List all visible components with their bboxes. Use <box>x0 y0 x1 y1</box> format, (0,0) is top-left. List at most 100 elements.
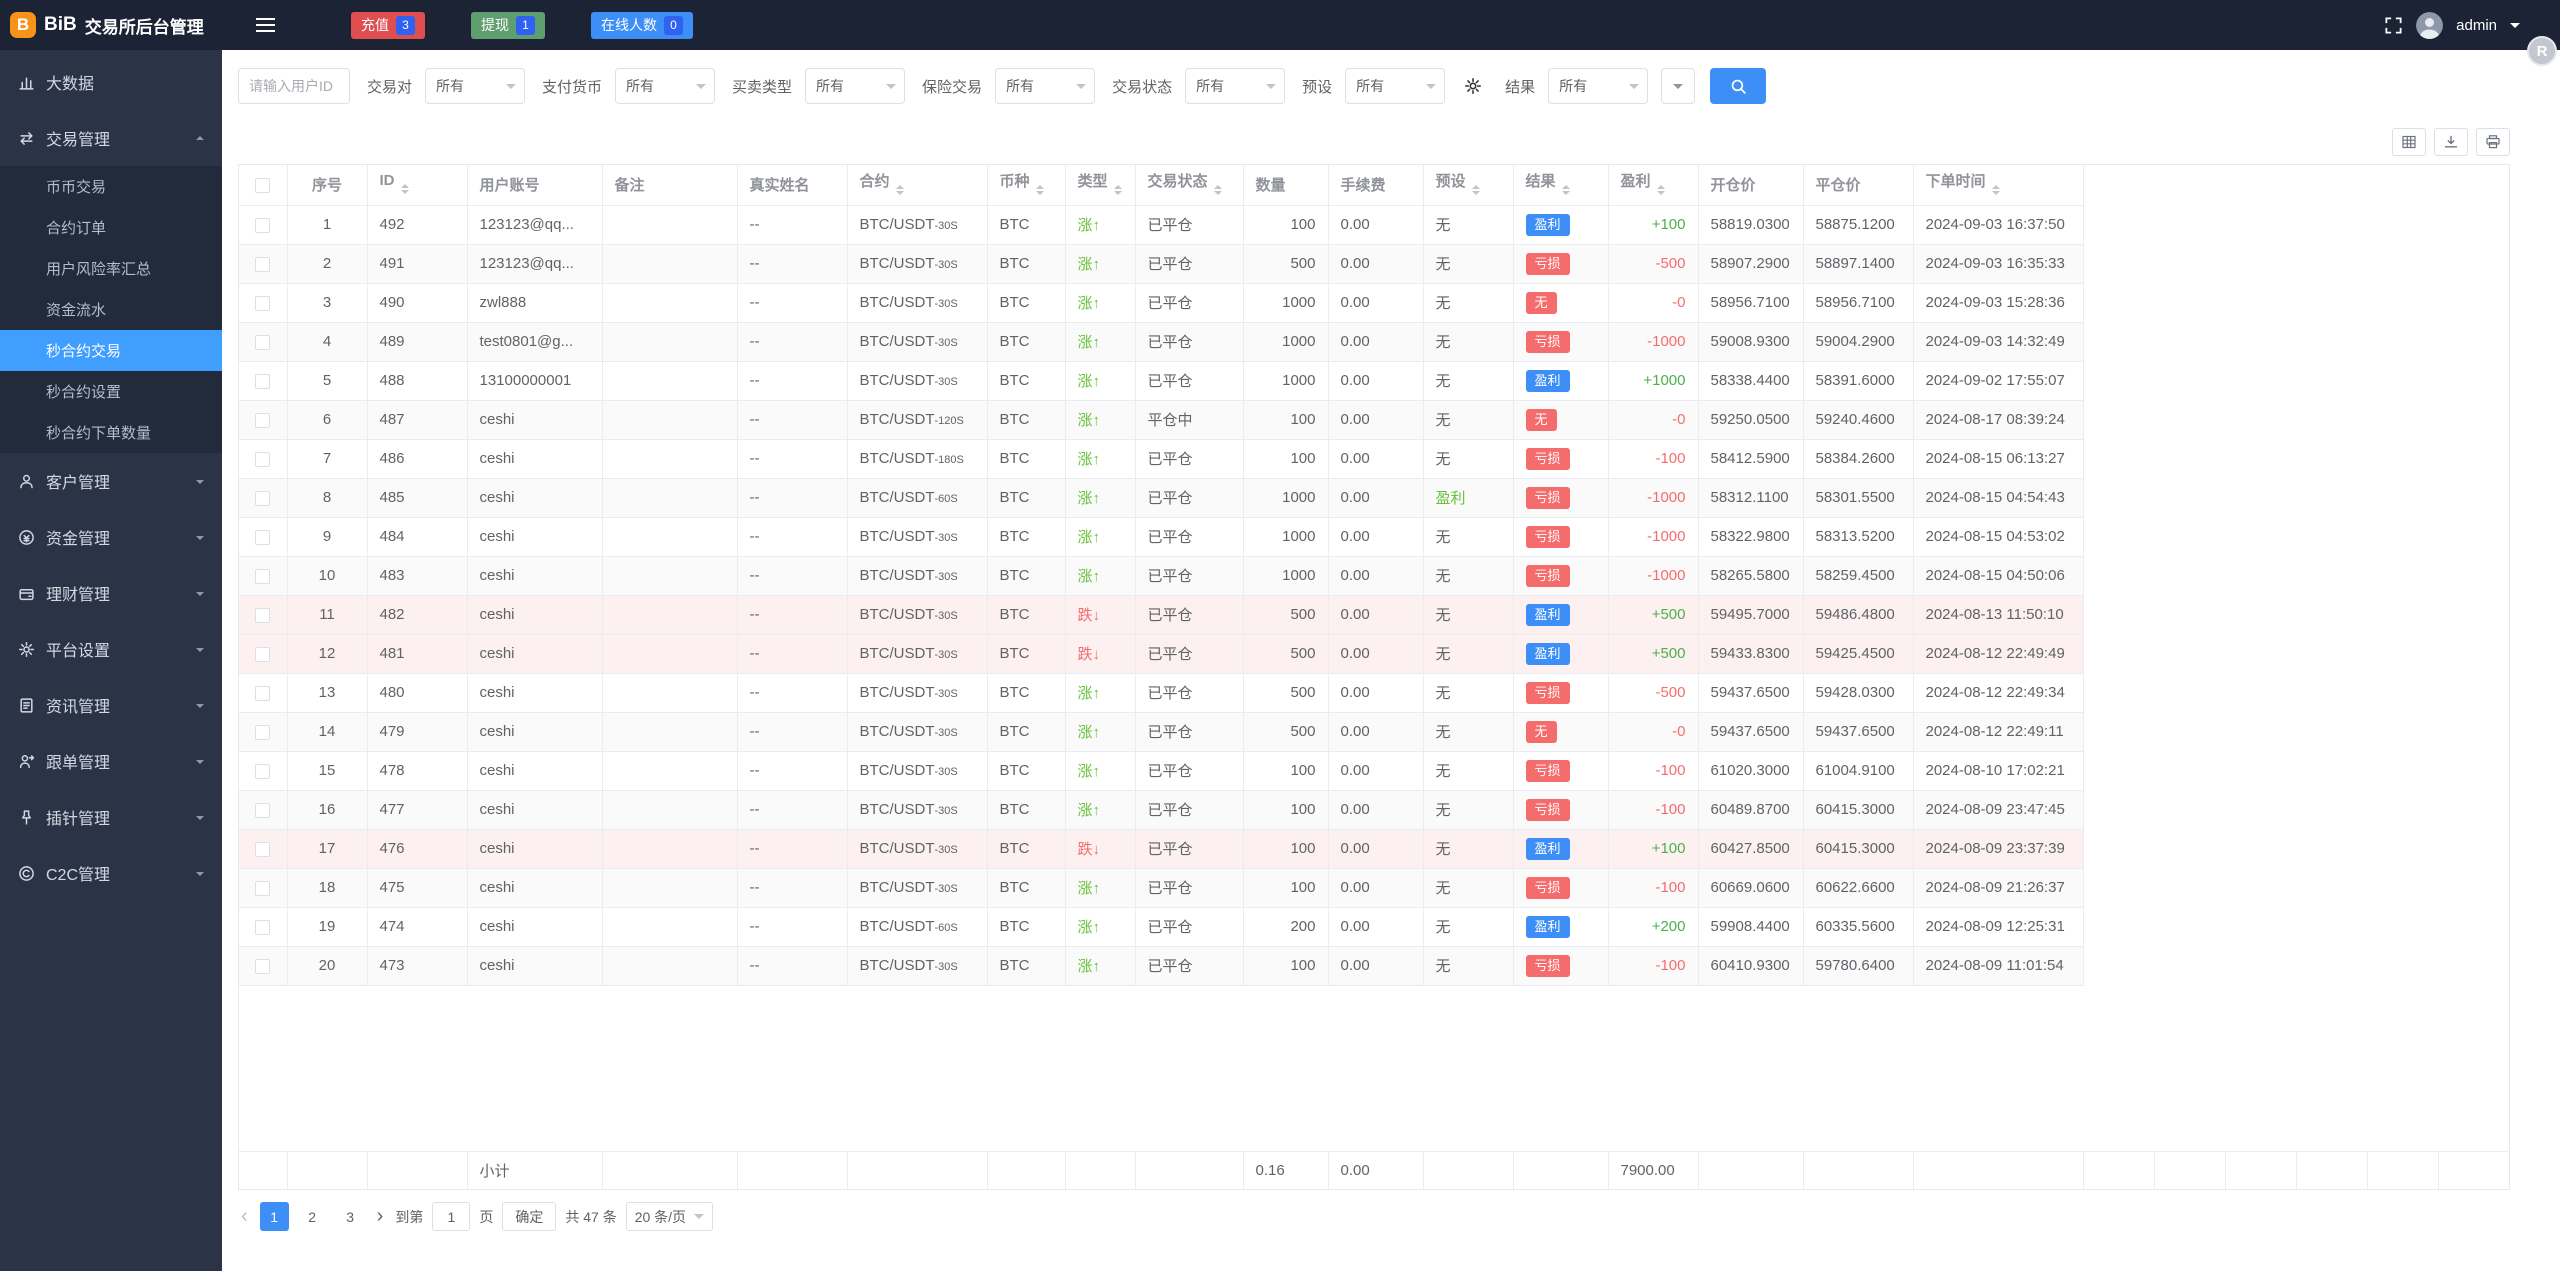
table-row[interactable]: 13 480 ceshi -- BTC/USDT-30S BTC 涨↑ 已平仓 500 0.00 无… <box>239 673 2084 713</box>
expand-filters-button[interactable] <box>1661 68 1696 104</box>
row-checkbox[interactable] <box>255 529 271 545</box>
recharge-button[interactable]: 充值 3 <box>351 11 425 39</box>
sort-icon[interactable] <box>895 181 904 199</box>
filter-select-result[interactable]: 所有 <box>1548 68 1649 104</box>
download-icon[interactable] <box>2434 128 2468 156</box>
floating-widget-r[interactable]: R <box>2527 36 2557 66</box>
table-row[interactable]: 18 475 ceshi -- BTC/USDT-30S BTC 涨↑ 已平仓 100 0.00 无… <box>239 868 2084 908</box>
table-row[interactable]: 12 481 ceshi -- BTC/USDT-30S BTC 跌↓ 已平仓 500 0.00 无… <box>239 634 2084 674</box>
filter-select-交易状态[interactable]: 所有 <box>1185 68 1286 104</box>
checkbox-icon[interactable] <box>255 177 271 193</box>
sidebar-subitem-秒合约设置[interactable]: 秒合约设置 <box>0 371 222 412</box>
column-header-预设[interactable]: 预设 <box>1423 165 1514 206</box>
table-row[interactable]: 7 486 ceshi -- BTC/USDT-180S BTC 涨↑ 已平仓 100 0.00 无… <box>239 439 2084 479</box>
row-checkbox[interactable] <box>255 607 271 623</box>
page-jump-input[interactable] <box>432 1202 471 1231</box>
filter-select-买卖类型[interactable]: 所有 <box>805 68 906 104</box>
sidebar-item-客户管理[interactable]: 客户管理 <box>0 453 222 509</box>
confirm-button[interactable]: 确定 <box>502 1202 557 1231</box>
sidebar-item-交易管理[interactable]: 交易管理 <box>0 110 222 166</box>
row-checkbox[interactable] <box>255 724 271 740</box>
filter-select-支付货币[interactable]: 所有 <box>615 68 716 104</box>
page-button-2[interactable]: 2 <box>298 1202 327 1231</box>
filter-select-预设[interactable]: 所有 <box>1345 68 1446 104</box>
sidebar-subitem-秒合约交易[interactable]: 秒合约交易 <box>0 330 222 371</box>
row-checkbox[interactable] <box>255 685 271 701</box>
row-checkbox[interactable] <box>255 217 271 233</box>
row-checkbox[interactable] <box>255 490 271 506</box>
column-header-合约[interactable]: 合约 <box>847 165 988 206</box>
next-page-button[interactable]: › <box>374 1205 387 1228</box>
table-row[interactable]: 17 476 ceshi -- BTC/USDT-30S BTC 跌↓ 已平仓 100 0.00 无… <box>239 829 2084 869</box>
search-button[interactable] <box>1710 68 1767 104</box>
select-all-checkbox[interactable] <box>239 165 288 206</box>
sort-icon[interactable] <box>1035 181 1044 199</box>
row-checkbox[interactable] <box>255 412 271 428</box>
sort-icon[interactable] <box>1991 181 2000 199</box>
row-checkbox[interactable] <box>255 802 271 818</box>
table-row[interactable]: 2 491 123123@qq... -- BTC/USDT-30S BTC 涨↑ 已平仓 50… <box>239 244 2084 284</box>
row-checkbox[interactable] <box>255 958 271 974</box>
table-row[interactable]: 19 474 ceshi -- BTC/USDT-60S BTC 涨↑ 已平仓 200 0.00 无… <box>239 907 2084 947</box>
prev-page-button[interactable]: ‹ <box>238 1205 251 1228</box>
sort-icon[interactable] <box>1471 181 1480 199</box>
row-checkbox[interactable] <box>255 334 271 350</box>
sidebar-item-平台设置[interactable]: 平台设置 <box>0 621 222 677</box>
table-row[interactable]: 20 473 ceshi -- BTC/USDT-30S BTC 涨↑ 已平仓 100 0.00 无… <box>239 946 2084 986</box>
sort-icon[interactable] <box>1561 181 1570 199</box>
sidebar-item-资讯管理[interactable]: 资讯管理 <box>0 677 222 733</box>
page-button-1[interactable]: 1 <box>259 1202 289 1231</box>
column-header-盈利[interactable]: 盈利 <box>1608 165 1699 206</box>
column-header-类型[interactable]: 类型 <box>1065 165 1136 206</box>
table-row[interactable]: 9 484 ceshi -- BTC/USDT-30S BTC 涨↑ 已平仓 1000 0.00 无… <box>239 517 2084 557</box>
filter-select-交易对[interactable]: 所有 <box>425 68 526 104</box>
avatar[interactable] <box>2416 11 2444 39</box>
user-id-input[interactable] <box>238 68 350 104</box>
gear-icon[interactable] <box>1458 68 1488 104</box>
sidebar-subitem-秒合约下单数量[interactable]: 秒合约下单数量 <box>0 412 222 453</box>
row-checkbox[interactable] <box>255 295 271 311</box>
per-page-select[interactable]: 20 条/页 <box>625 1202 714 1231</box>
row-checkbox[interactable] <box>255 919 271 935</box>
sidebar-subitem-用户风险率汇总[interactable]: 用户风险率汇总 <box>0 248 222 289</box>
column-header-ID[interactable]: ID <box>367 165 468 206</box>
sort-icon[interactable] <box>1656 181 1665 199</box>
sidebar-item-大数据[interactable]: 大数据 <box>0 54 222 110</box>
table-row[interactable]: 1 492 123123@qq... -- BTC/USDT-30S BTC 涨↑ 已平仓 10… <box>239 205 2084 245</box>
fullscreen-icon[interactable] <box>2384 16 2403 35</box>
column-header-结果[interactable]: 结果 <box>1513 165 1609 206</box>
table-row[interactable]: 5 488 13100000001 -- BTC/USDT-30S BTC 涨↑ 已平仓 100… <box>239 361 2084 401</box>
table-row[interactable]: 4 489 test0801@g... -- BTC/USDT-30S BTC 涨↑ 已平仓 1… <box>239 322 2084 362</box>
row-checkbox[interactable] <box>255 568 271 584</box>
sort-icon[interactable] <box>1213 181 1222 199</box>
sidebar-subitem-币币交易[interactable]: 币币交易 <box>0 166 222 207</box>
column-header-币种[interactable]: 币种 <box>987 165 1066 206</box>
sidebar-subitem-合约订单[interactable]: 合约订单 <box>0 207 222 248</box>
sort-icon[interactable] <box>1113 181 1122 199</box>
sidebar-item-理财管理[interactable]: 理财管理 <box>0 565 222 621</box>
filter-select-保险交易[interactable]: 所有 <box>995 68 1096 104</box>
withdraw-button[interactable]: 提现 1 <box>471 11 545 39</box>
sort-icon[interactable] <box>400 180 409 198</box>
hamburger-menu-icon[interactable] <box>256 17 275 33</box>
chevron-down-icon[interactable] <box>2510 22 2520 33</box>
grid-columns-icon[interactable] <box>2392 128 2426 156</box>
row-checkbox[interactable] <box>255 373 271 389</box>
row-checkbox[interactable] <box>255 763 271 779</box>
table-row[interactable]: 16 477 ceshi -- BTC/USDT-30S BTC 涨↑ 已平仓 100 0.00 无… <box>239 790 2084 830</box>
online-button[interactable]: 在线人数 0 <box>591 11 693 39</box>
sidebar-item-插针管理[interactable]: 插针管理 <box>0 789 222 845</box>
table-row[interactable]: 3 490 zwl888 -- BTC/USDT-30S BTC 涨↑ 已平仓 1000 0.00… <box>239 283 2084 323</box>
table-row[interactable]: 8 485 ceshi -- BTC/USDT-60S BTC 涨↑ 已平仓 1000 0.00 盈… <box>239 478 2084 518</box>
table-row[interactable]: 14 479 ceshi -- BTC/USDT-30S BTC 涨↑ 已平仓 500 0.00 无… <box>239 712 2084 752</box>
row-checkbox[interactable] <box>255 880 271 896</box>
sidebar-subitem-资金流水[interactable]: 资金流水 <box>0 289 222 330</box>
row-checkbox[interactable] <box>255 256 271 272</box>
row-checkbox[interactable] <box>255 646 271 662</box>
table-row[interactable]: 11 482 ceshi -- BTC/USDT-30S BTC 跌↓ 已平仓 500 0.00 无… <box>239 595 2084 635</box>
column-header-交易状态[interactable]: 交易状态 <box>1135 165 1244 206</box>
username-label[interactable]: admin <box>2456 17 2497 34</box>
table-row[interactable]: 15 478 ceshi -- BTC/USDT-30S BTC 涨↑ 已平仓 100 0.00 无… <box>239 751 2084 791</box>
table-row[interactable]: 10 483 ceshi -- BTC/USDT-30S BTC 涨↑ 已平仓 1000 0.00… <box>239 556 2084 596</box>
sidebar-item-跟单管理[interactable]: 跟单管理 <box>0 733 222 789</box>
